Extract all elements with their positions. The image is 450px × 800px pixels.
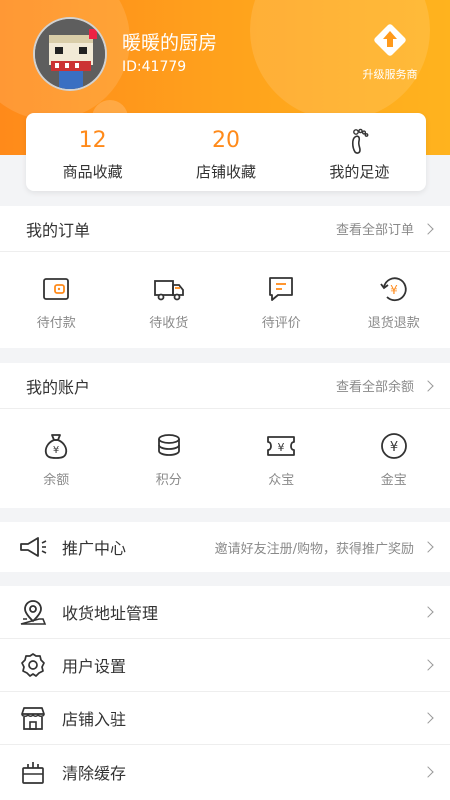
comment-icon [269, 277, 294, 301]
account-jinbao[interactable]: ¥ 金宝 [338, 409, 450, 505]
stat-label: 店铺收藏 [195, 163, 256, 181]
megaphone-icon [18, 532, 48, 562]
promo-section: 推广中心 邀请好友注册/购物，获得推广奖励 [0, 522, 450, 572]
svg-text:¥: ¥ [278, 441, 285, 454]
account-label: 积分 [155, 473, 182, 488]
chevron-right-icon [422, 765, 434, 778]
menu-user-settings[interactable]: 用户设置 [0, 639, 450, 692]
menu-clear-cache[interactable]: 清除缓存 [0, 745, 450, 798]
svg-text:¥: ¥ [390, 283, 398, 297]
order-status-label: 待评价 [261, 316, 301, 331]
stats-card: 12 商品收藏 20 店铺收藏 我的足迹 [26, 113, 426, 191]
settings-icon [18, 650, 48, 680]
yen-coin-icon: ¥ [380, 433, 407, 459]
view-all-orders-link[interactable]: 查看全部订单 [335, 219, 434, 238]
account-label: 众宝 [268, 473, 295, 488]
money-bag-icon: ¥ [45, 434, 68, 459]
stat-product-favorites[interactable]: 12 商品收藏 [26, 113, 159, 191]
order-status-label: 待付款 [36, 316, 76, 331]
order-status-label: 退货退款 [367, 316, 420, 331]
svg-text:¥: ¥ [390, 440, 398, 455]
chevron-right-icon [422, 379, 434, 392]
stat-footprints[interactable]: 我的足迹 [293, 113, 426, 191]
location-icon [18, 597, 48, 627]
menu-label: 收货地址管理 [62, 604, 159, 623]
username: 暖暖的厨房 [122, 32, 218, 54]
stat-label: 商品收藏 [62, 163, 123, 181]
orders-section: 我的订单 查看全部订单 待付款 待收货 待评价 ¥ 退货退款 [0, 206, 450, 348]
account-title: 我的账户 [26, 377, 91, 397]
chevron-right-icon [422, 659, 434, 671]
menu-label: 用户设置 [62, 657, 127, 676]
order-status-label: 待收货 [149, 316, 189, 331]
account-zhongbao[interactable]: ¥ 众宝 [225, 409, 338, 505]
account-balance[interactable]: ¥ 余额 [0, 409, 113, 505]
promo-label: 推广中心 [62, 539, 127, 558]
menu-label: 店铺入驻 [62, 710, 127, 729]
upgrade-icon [374, 24, 406, 56]
footprint-icon [352, 128, 369, 154]
order-pending-review[interactable]: 待评价 [225, 252, 338, 348]
view-all-balance-label: 查看全部余额 [335, 380, 414, 395]
chevron-right-icon [422, 606, 434, 618]
order-pending-receipt[interactable]: 待收货 [113, 252, 226, 348]
settings-menu: 收货地址管理 用户设置 店铺入驻 清除缓存 [0, 586, 450, 800]
menu-address[interactable]: 收货地址管理 [0, 586, 450, 639]
order-status-row: 待付款 待收货 待评价 ¥ 退货退款 [0, 252, 450, 348]
chevron-right-icon [422, 541, 434, 553]
truck-icon [153, 280, 184, 301]
refund-icon: ¥ [380, 277, 407, 302]
stat-value: 20 [211, 128, 240, 153]
coins-icon [157, 434, 180, 456]
user-id: ID:41779 [122, 59, 187, 75]
account-points[interactable]: 积分 [113, 409, 226, 505]
view-all-balance-link[interactable]: 查看全部余额 [335, 376, 434, 395]
svg-text:¥: ¥ [53, 445, 59, 456]
upgrade-label: 升级服务商 [362, 68, 418, 81]
avatar[interactable] [33, 17, 107, 91]
stat-label: 我的足迹 [329, 163, 390, 181]
account-label: 金宝 [380, 473, 407, 488]
trash-icon [18, 757, 48, 787]
account-header: 我的账户 查看全部余额 [0, 363, 450, 409]
promo-center-row[interactable]: 推广中心 邀请好友注册/购物，获得推广奖励 [0, 522, 450, 572]
upgrade-button[interactable]: 升级服务商 [350, 22, 430, 82]
account-row: ¥ 余额 积分 ¥ 众宝 ¥ 金宝 [0, 409, 450, 505]
stat-store-favorites[interactable]: 20 店铺收藏 [159, 113, 292, 191]
order-pending-payment[interactable]: 待付款 [0, 252, 113, 348]
menu-label: 清除缓存 [62, 763, 127, 783]
orders-title: 我的订单 [26, 220, 91, 240]
ticket-icon: ¥ [267, 436, 296, 456]
wallet-icon [43, 278, 70, 300]
chevron-right-icon [422, 712, 434, 724]
order-refund[interactable]: ¥ 退货退款 [338, 252, 450, 348]
menu-store-join[interactable]: 店铺入驻 [0, 692, 450, 745]
view-all-orders-label: 查看全部订单 [335, 223, 414, 238]
account-section: 我的账户 查看全部余额 ¥ 余额 积分 ¥ 众宝 ¥ 金宝 [0, 363, 450, 508]
orders-header: 我的订单 查看全部订单 [0, 206, 450, 252]
promo-hint: 邀请好友注册/购物，获得推广奖励 [214, 541, 414, 557]
account-label: 余额 [43, 473, 70, 488]
stat-value: 12 [78, 128, 107, 153]
store-icon [18, 703, 48, 733]
chevron-right-icon [422, 222, 434, 235]
